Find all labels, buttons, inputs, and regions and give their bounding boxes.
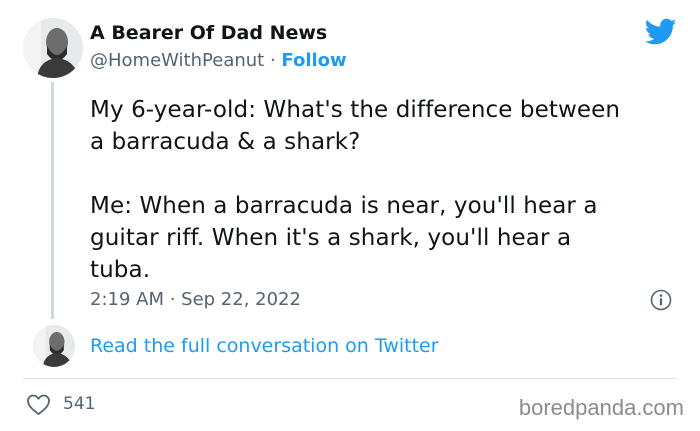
divider bbox=[23, 378, 677, 379]
author-avatar[interactable] bbox=[23, 18, 83, 78]
thread-connector-line bbox=[51, 82, 54, 319]
handle-separator: · bbox=[264, 50, 282, 71]
reply-avatar[interactable] bbox=[33, 325, 75, 367]
follow-button[interactable]: Follow bbox=[281, 50, 346, 71]
twitter-bird-icon[interactable] bbox=[644, 18, 677, 46]
heart-icon[interactable] bbox=[26, 393, 51, 416]
tweet-text: My 6-year-old: What's the difference bet… bbox=[90, 97, 621, 283]
read-conversation-link[interactable]: Read the full conversation on Twitter bbox=[90, 335, 439, 357]
like-count: 541 bbox=[63, 394, 96, 414]
author-name[interactable]: A Bearer Of Dad News bbox=[90, 22, 327, 44]
tweet-timestamp[interactable]: 2:19 AM · Sep 22, 2022 bbox=[90, 289, 301, 310]
info-icon[interactable] bbox=[650, 289, 672, 311]
watermark: boredpanda.com bbox=[518, 395, 684, 420]
author-handle[interactable]: @HomeWithPeanut bbox=[90, 50, 264, 71]
author-handle-row: @HomeWithPeanut · Follow bbox=[90, 50, 347, 71]
